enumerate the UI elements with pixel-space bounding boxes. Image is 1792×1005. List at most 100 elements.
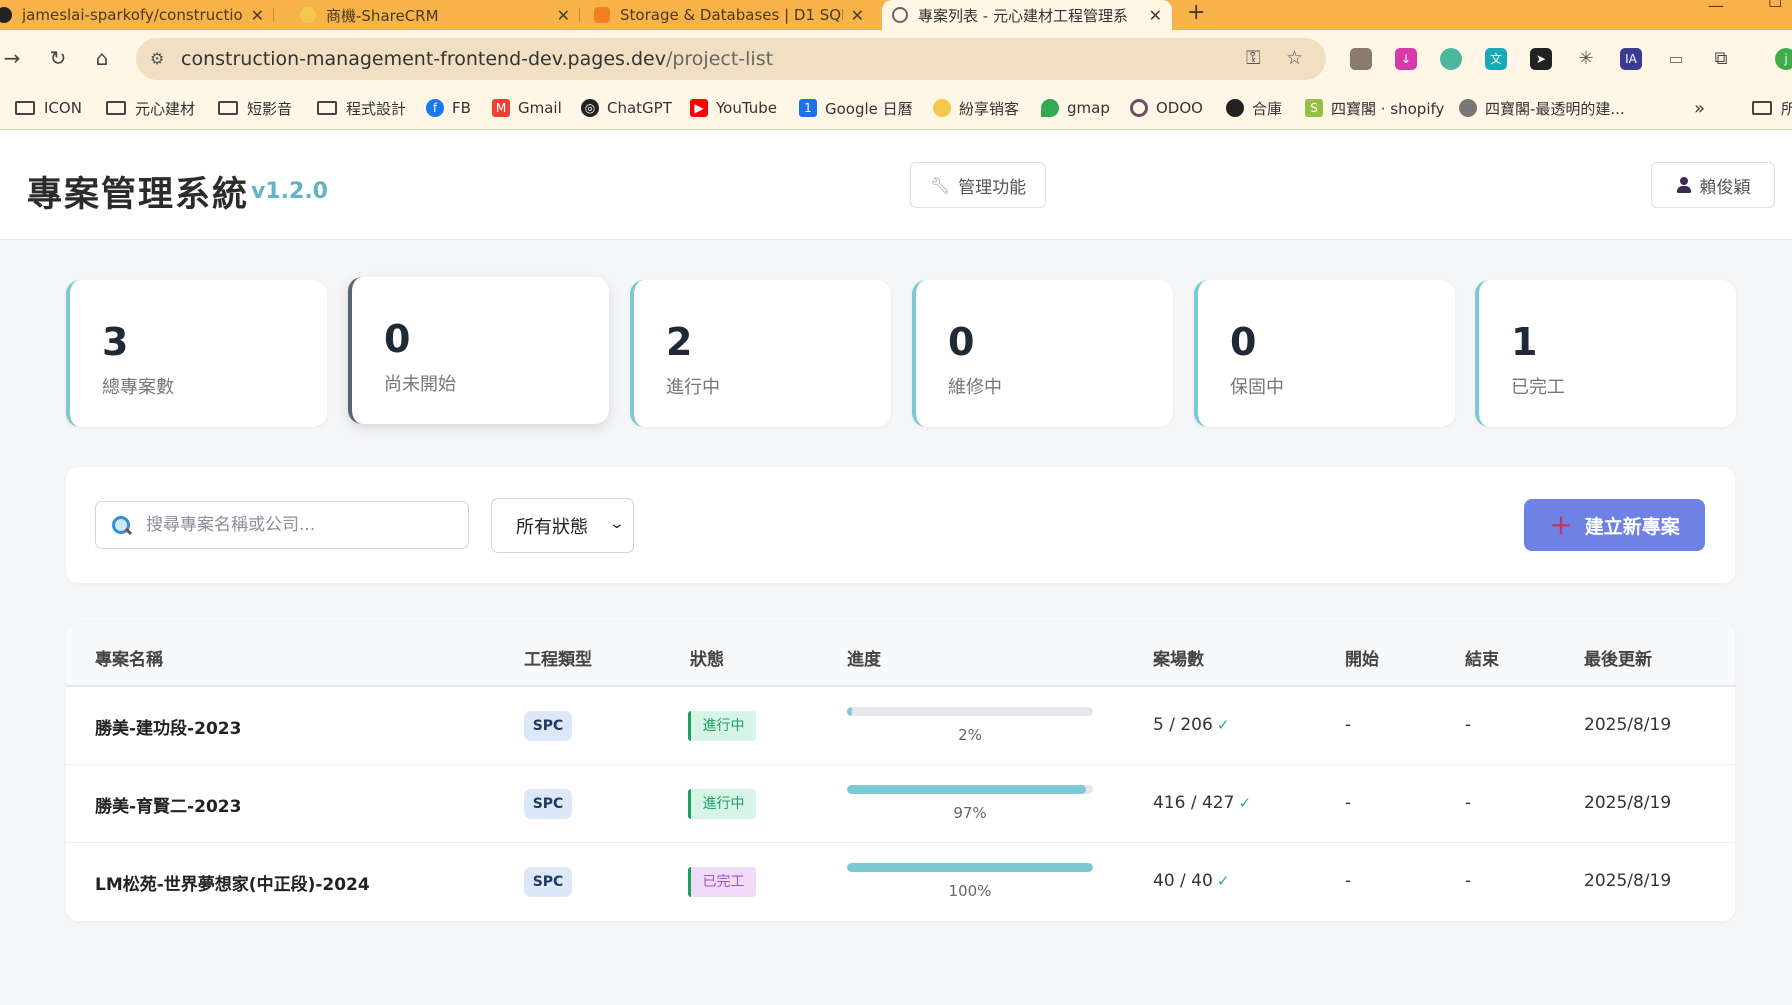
end-date: -	[1465, 715, 1472, 735]
progress-bar	[847, 785, 1093, 794]
bookmark-label: 四寶閣 · shopify	[1331, 99, 1445, 118]
page-title: 專案管理系統	[27, 175, 250, 215]
status-filter-select[interactable]: 所有狀態 ⌄	[491, 498, 634, 553]
search-input[interactable]	[146, 502, 462, 548]
puzzle-icon[interactable]: ⧉	[1710, 48, 1732, 70]
key-icon[interactable]: ⚿	[1246, 47, 1260, 69]
bookmark-gmail[interactable]: M Gmail	[492, 96, 562, 120]
create-project-label: 建立新專案	[1584, 515, 1680, 538]
project-name[interactable]: 勝美-建功段-2023	[95, 714, 241, 739]
stat-card-total[interactable]: 3 總專案數	[66, 280, 327, 427]
table-row[interactable]: 勝美-建功段-2023 SPC 進行中 2% 5 / 206 ✓ - - 2025…	[66, 687, 1735, 765]
browser-tab-project-list[interactable]: 專案列表 - 元心建材工程管理系 ✕	[882, 0, 1172, 30]
bookmark-sibaoge[interactable]: 四寶閣-最透明的建...	[1459, 96, 1625, 120]
column-header-type[interactable]: 工程類型	[524, 645, 592, 670]
tab-title: 商機-ShareCRM	[326, 6, 439, 25]
globe-icon	[1226, 99, 1244, 117]
end-date: -	[1465, 793, 1472, 813]
close-icon[interactable]: ✕	[557, 6, 570, 25]
create-project-button[interactable]: + 建立新專案	[1524, 499, 1705, 551]
bookmark-odoo[interactable]: ODOO	[1130, 96, 1203, 120]
bookmark-hekuo[interactable]: 合庫	[1226, 96, 1282, 120]
stat-card-completed[interactable]: 1 已完工	[1475, 280, 1736, 427]
download-extension-icon[interactable]: ↓	[1395, 48, 1417, 70]
send-extension-icon[interactable]: ➤	[1530, 48, 1552, 70]
project-name[interactable]: LM松苑-世界夢想家(中正段)-2024	[95, 870, 370, 895]
url-text[interactable]: construction-management-frontend-dev.pag…	[181, 48, 773, 70]
close-icon[interactable]: ✕	[1149, 6, 1162, 25]
youtube-icon: ▶	[690, 99, 708, 117]
bookmark-label: 紛享销客	[959, 99, 1020, 118]
site-count-text: 5 / 206	[1153, 715, 1213, 735]
column-header-sites[interactable]: 案場數	[1153, 645, 1204, 670]
folder-icon	[1752, 101, 1772, 115]
omnibox[interactable]: ⚙ construction-management-frontend-dev.p…	[136, 38, 1326, 80]
browser-tab-sharecrm[interactable]: 商機-ShareCRM ✕	[290, 0, 580, 30]
close-icon[interactable]: ✕	[851, 6, 864, 25]
site-info-icon[interactable]: ⚙	[150, 49, 164, 68]
progress-fill	[847, 707, 852, 716]
column-header-status[interactable]: 狀態	[690, 645, 724, 670]
home-icon[interactable]: ⌂	[88, 46, 116, 70]
github-icon	[0, 7, 12, 23]
new-tab-button[interactable]: +	[1187, 0, 1205, 30]
stat-card-maintenance[interactable]: 0 維修中	[912, 280, 1173, 427]
table-row[interactable]: 勝美-育賢二-2023 SPC 進行中 97% 416 / 427 ✓ - - 2…	[66, 765, 1735, 843]
bookmark-youtube[interactable]: ▶ YouTube	[690, 96, 777, 120]
reload-icon[interactable]: ↻	[44, 46, 72, 70]
stat-value: 2	[666, 320, 693, 364]
column-header-start[interactable]: 開始	[1345, 645, 1379, 670]
star-icon[interactable]: ☆	[1286, 47, 1303, 69]
column-header-name[interactable]: 專案名稱	[95, 645, 163, 670]
bookmark-shopify[interactable]: S 四寶閣 · shopify	[1305, 96, 1444, 120]
stat-card-warranty[interactable]: 0 保固中	[1194, 280, 1455, 427]
column-header-updated[interactable]: 最後更新	[1584, 645, 1652, 670]
stat-value: 0	[948, 320, 975, 364]
stat-card-in-progress[interactable]: 2 進行中	[630, 280, 891, 427]
column-header-end[interactable]: 結束	[1465, 645, 1499, 670]
user-menu-button[interactable]: 賴俊穎	[1651, 162, 1775, 208]
profile-avatar[interactable]: j	[1775, 48, 1792, 70]
search-box[interactable]	[95, 501, 469, 549]
column-header-progress[interactable]: 進度	[847, 645, 881, 670]
facebook-icon: f	[426, 99, 444, 117]
table-header: 專案名稱 工程類型 狀態 進度 案場數 開始 結束 最後更新	[66, 623, 1735, 687]
bookmark-folder-other[interactable]: 所	[1752, 96, 1792, 120]
maximize-button[interactable]: ☐	[1768, 0, 1782, 11]
bookmark-google-calendar[interactable]: 1 Google 日曆	[799, 96, 913, 120]
bookmark-gmap[interactable]: gmap	[1041, 96, 1110, 120]
bookmark-folder-icon-set[interactable]: ICON	[15, 96, 82, 120]
updated-date: 2025/8/19	[1584, 871, 1672, 891]
shopify-icon: S	[1305, 99, 1323, 117]
bookmark-label: FB	[452, 99, 471, 117]
search-icon	[112, 516, 130, 534]
minimize-button[interactable]: —	[1708, 0, 1724, 15]
bookmark-folder-programming[interactable]: 程式設計	[317, 96, 406, 120]
bookmark-folder-shorts[interactable]: 短影音	[218, 96, 292, 120]
chatgpt-extension-icon[interactable]	[1440, 48, 1462, 70]
ia-extension-icon[interactable]: IA	[1620, 48, 1642, 70]
bookmark-folder-yuanxin[interactable]: 元心建材	[106, 96, 195, 120]
browser-tab-github[interactable]: jameslai-sparkofy/constructio ✕	[0, 0, 274, 30]
bookmark-sharecrm[interactable]: 紛享销客	[933, 96, 1019, 120]
cast-extension-icon[interactable]: ▭	[1665, 48, 1687, 70]
calendar-icon: 1	[799, 99, 817, 117]
translate-extension-icon[interactable]: 文	[1485, 48, 1507, 70]
plus-icon: +	[1549, 508, 1573, 541]
stat-label: 維修中	[948, 377, 1002, 398]
forward-icon[interactable]: →	[0, 46, 26, 70]
browser-tab-cloudflare[interactable]: Storage & Databases | D1 SQL ✕	[584, 0, 874, 30]
bug-extension-icon[interactable]: ✳	[1575, 48, 1597, 70]
admin-functions-button[interactable]: 🔧︎ 管理功能	[910, 162, 1046, 208]
bookmark-fb[interactable]: f FB	[426, 96, 471, 120]
close-icon[interactable]: ✕	[251, 6, 264, 25]
bookmark-label: 元心建材	[135, 99, 196, 118]
bookmarks-overflow-button[interactable]: »	[1694, 96, 1705, 120]
check-icon: ✓	[1238, 794, 1252, 812]
extension-icon[interactable]	[1350, 48, 1372, 70]
stat-card-not-started[interactable]: 0 尚未開始	[348, 277, 609, 424]
site-count-text: 416 / 427	[1153, 793, 1235, 813]
table-row[interactable]: LM松苑-世界夢想家(中正段)-2024 SPC 已完工 100% 40 / 4…	[66, 843, 1735, 921]
project-name[interactable]: 勝美-育賢二-2023	[95, 792, 241, 817]
bookmark-chatgpt[interactable]: ◎ ChatGPT	[581, 96, 672, 120]
